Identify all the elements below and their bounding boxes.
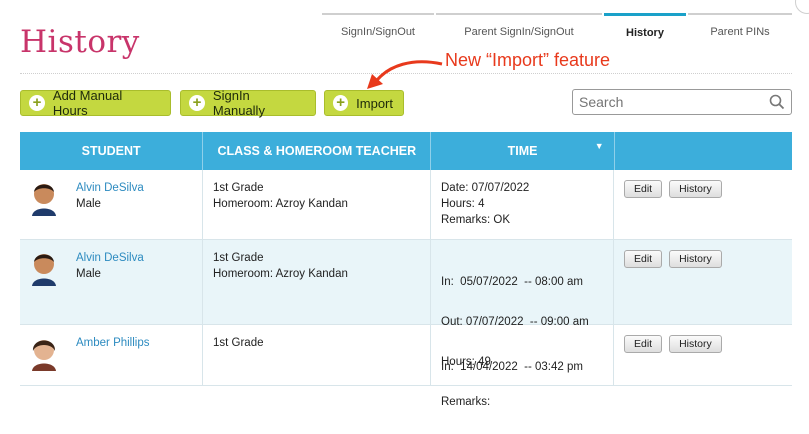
annotation-text: New “Import” feature (445, 50, 611, 70)
edit-button[interactable]: Edit (624, 335, 663, 353)
student-cell: Alvin DeSilva Male (20, 170, 203, 239)
history-table: STUDENT CLASS & HOMEROOM TEACHER TIME ▼ … (20, 132, 792, 408)
tab-parent-pins[interactable]: Parent PINs (688, 13, 792, 43)
history-button[interactable]: History (669, 335, 722, 353)
actions-cell: Edit History (614, 170, 792, 239)
import-button[interactable]: + Import (324, 90, 404, 116)
search-icon[interactable] (767, 92, 787, 112)
grade-text: 1st Grade (213, 252, 264, 264)
search-input[interactable] (573, 93, 767, 111)
table-row: Alvin DeSilva Male 1st Grade Homeroom: A… (20, 170, 792, 240)
student-name-link[interactable]: Alvin DeSilva (76, 180, 144, 196)
plus-icon: + (333, 95, 349, 111)
tab-parent-signin-signout[interactable]: Parent SignIn/SignOut (436, 13, 602, 43)
student-gender: Male (76, 198, 101, 210)
header-time-label: TIME (507, 144, 538, 158)
tab-history[interactable]: History (604, 13, 686, 43)
edit-button[interactable]: Edit (624, 180, 663, 198)
time-line: Remarks: OK (441, 214, 511, 226)
window-corner (795, 0, 809, 14)
time-line: Remarks: (441, 396, 491, 408)
class-cell: 1st Grade Homeroom: Azroy Kandan (203, 170, 431, 239)
time-cell: In: 05/07/2022 -- 08:00 am Out: 07/07/20… (431, 240, 614, 408)
class-cell: 1st Grade Homeroom: Azroy Kandan (203, 240, 431, 324)
table-header: STUDENT CLASS & HOMEROOM TEACHER TIME ▼ (20, 132, 792, 170)
sort-down-icon[interactable]: ▼ (595, 141, 604, 151)
history-button[interactable]: History (669, 250, 722, 268)
table-row: Alvin DeSilva Male 1st Grade Homeroom: A… (20, 240, 792, 408)
header-actions (615, 132, 792, 170)
header-time[interactable]: TIME ▼ (431, 132, 615, 170)
time-line: In: 05/07/2022 -- 08:00 am (441, 276, 583, 288)
page-title: History (20, 24, 140, 60)
add-manual-hours-button[interactable]: + Add Manual Hours (20, 88, 171, 118)
search-box (572, 89, 792, 115)
history-button[interactable]: History (669, 180, 722, 198)
edit-button[interactable]: Edit (624, 250, 663, 268)
homeroom-text: Homeroom: Azroy Kandan (213, 198, 348, 210)
header-class-homeroom[interactable]: CLASS & HOMEROOM TEACHER (203, 132, 432, 170)
plus-icon: + (29, 95, 45, 111)
table-row: Amber Phillips 1st Grade In: 14/04/2022 … (20, 325, 792, 386)
student-gender: Male (76, 268, 101, 280)
actions-cell: Edit History (614, 240, 792, 324)
homeroom-text: Homeroom: Azroy Kandan (213, 268, 348, 280)
header-student[interactable]: STUDENT (20, 132, 204, 170)
grade-text: 1st Grade (213, 182, 264, 194)
import-label: Import (356, 95, 393, 111)
actions-cell: Edit History (614, 325, 792, 385)
time-cell: In: 14/04/2022 -- 03:42 pm (431, 325, 614, 385)
tab-signin-signout[interactable]: SignIn/SignOut (322, 13, 434, 43)
student-avatar (32, 340, 56, 371)
class-cell: 1st Grade (203, 325, 431, 385)
annotation-arrow-icon (367, 60, 443, 89)
time-cell: Date: 07/07/2022 Hours: 4 Remarks: OK (431, 170, 614, 239)
student-cell: Alvin DeSilva Male (20, 240, 203, 324)
signin-manually-button[interactable]: + SignIn Manually (180, 88, 316, 118)
student-avatar (32, 254, 56, 286)
time-line: Date: 07/07/2022 (441, 182, 530, 194)
student-cell: Amber Phillips (20, 325, 203, 385)
time-line: In: 14/04/2022 -- 03:42 pm (441, 361, 583, 373)
time-line: Hours: 4 (441, 198, 485, 210)
signin-manually-label: SignIn Manually (212, 88, 265, 118)
plus-icon: + (189, 95, 205, 111)
student-name-link[interactable]: Alvin DeSilva (76, 250, 144, 266)
student-avatar (32, 184, 56, 216)
add-manual-hours-label: Add Manual Hours (52, 88, 123, 118)
